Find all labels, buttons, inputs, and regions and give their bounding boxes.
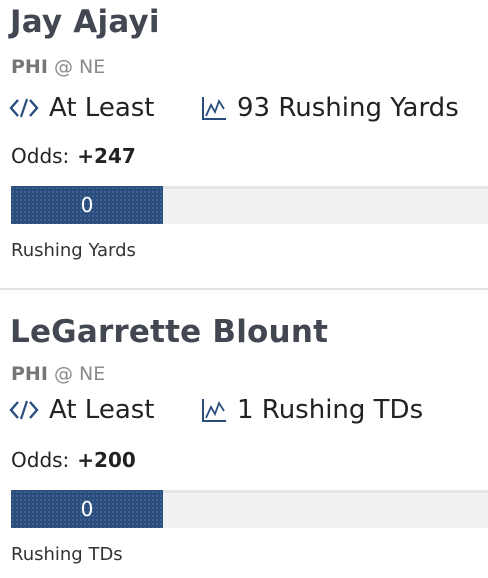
progress-fill: 0 [11, 186, 163, 224]
prop-list: Jay Ajayi PHI @ NE At Least 93 Rushing Y… [0, 0, 488, 578]
opponent-abbr: NE [79, 56, 106, 78]
prop-target: 1 Rushing TDs [237, 395, 424, 425]
code-icon [9, 400, 39, 420]
matchup: PHI @ NE [11, 56, 105, 78]
prop-line: At Least 93 Rushing Yards [9, 90, 459, 126]
line-chart-icon [202, 399, 226, 422]
progress-fill: 0 [11, 490, 163, 528]
opponent-abbr: NE [79, 363, 106, 385]
code-icon [9, 98, 39, 118]
progress-track: 0 [11, 186, 488, 224]
at-symbol: @ [53, 363, 73, 385]
odds: Odds: +247 [11, 144, 136, 168]
odds-label: Odds: [11, 448, 70, 472]
line-chart-icon [202, 97, 226, 120]
progress-value: 0 [80, 497, 94, 521]
odds-value: +247 [77, 144, 136, 168]
matchup: PHI @ NE [11, 363, 105, 385]
prop-type: At Least [49, 93, 155, 123]
prop-card[interactable]: Jay Ajayi PHI @ NE At Least 93 Rushing Y… [0, 0, 488, 288]
at-symbol: @ [53, 56, 73, 78]
team-abbr: PHI [11, 56, 48, 78]
prop-target: 93 Rushing Yards [237, 93, 459, 123]
odds: Odds: +200 [11, 448, 136, 472]
odds-value: +200 [77, 448, 136, 472]
prop-type: At Least [49, 395, 155, 425]
progress-value: 0 [80, 193, 94, 217]
team-abbr: PHI [11, 363, 48, 385]
player-name[interactable]: LeGarrette Blount [10, 314, 328, 350]
progress-track: 0 [11, 490, 488, 528]
stat-label: Rushing TDs [11, 544, 123, 565]
odds-label: Odds: [11, 144, 70, 168]
stat-label: Rushing Yards [11, 240, 136, 261]
player-name[interactable]: Jay Ajayi [10, 4, 160, 40]
prop-card[interactable]: LeGarrette Blount PHI @ NE At Least 1 Ru… [0, 288, 488, 578]
prop-line: At Least 1 Rushing TDs [9, 392, 423, 428]
